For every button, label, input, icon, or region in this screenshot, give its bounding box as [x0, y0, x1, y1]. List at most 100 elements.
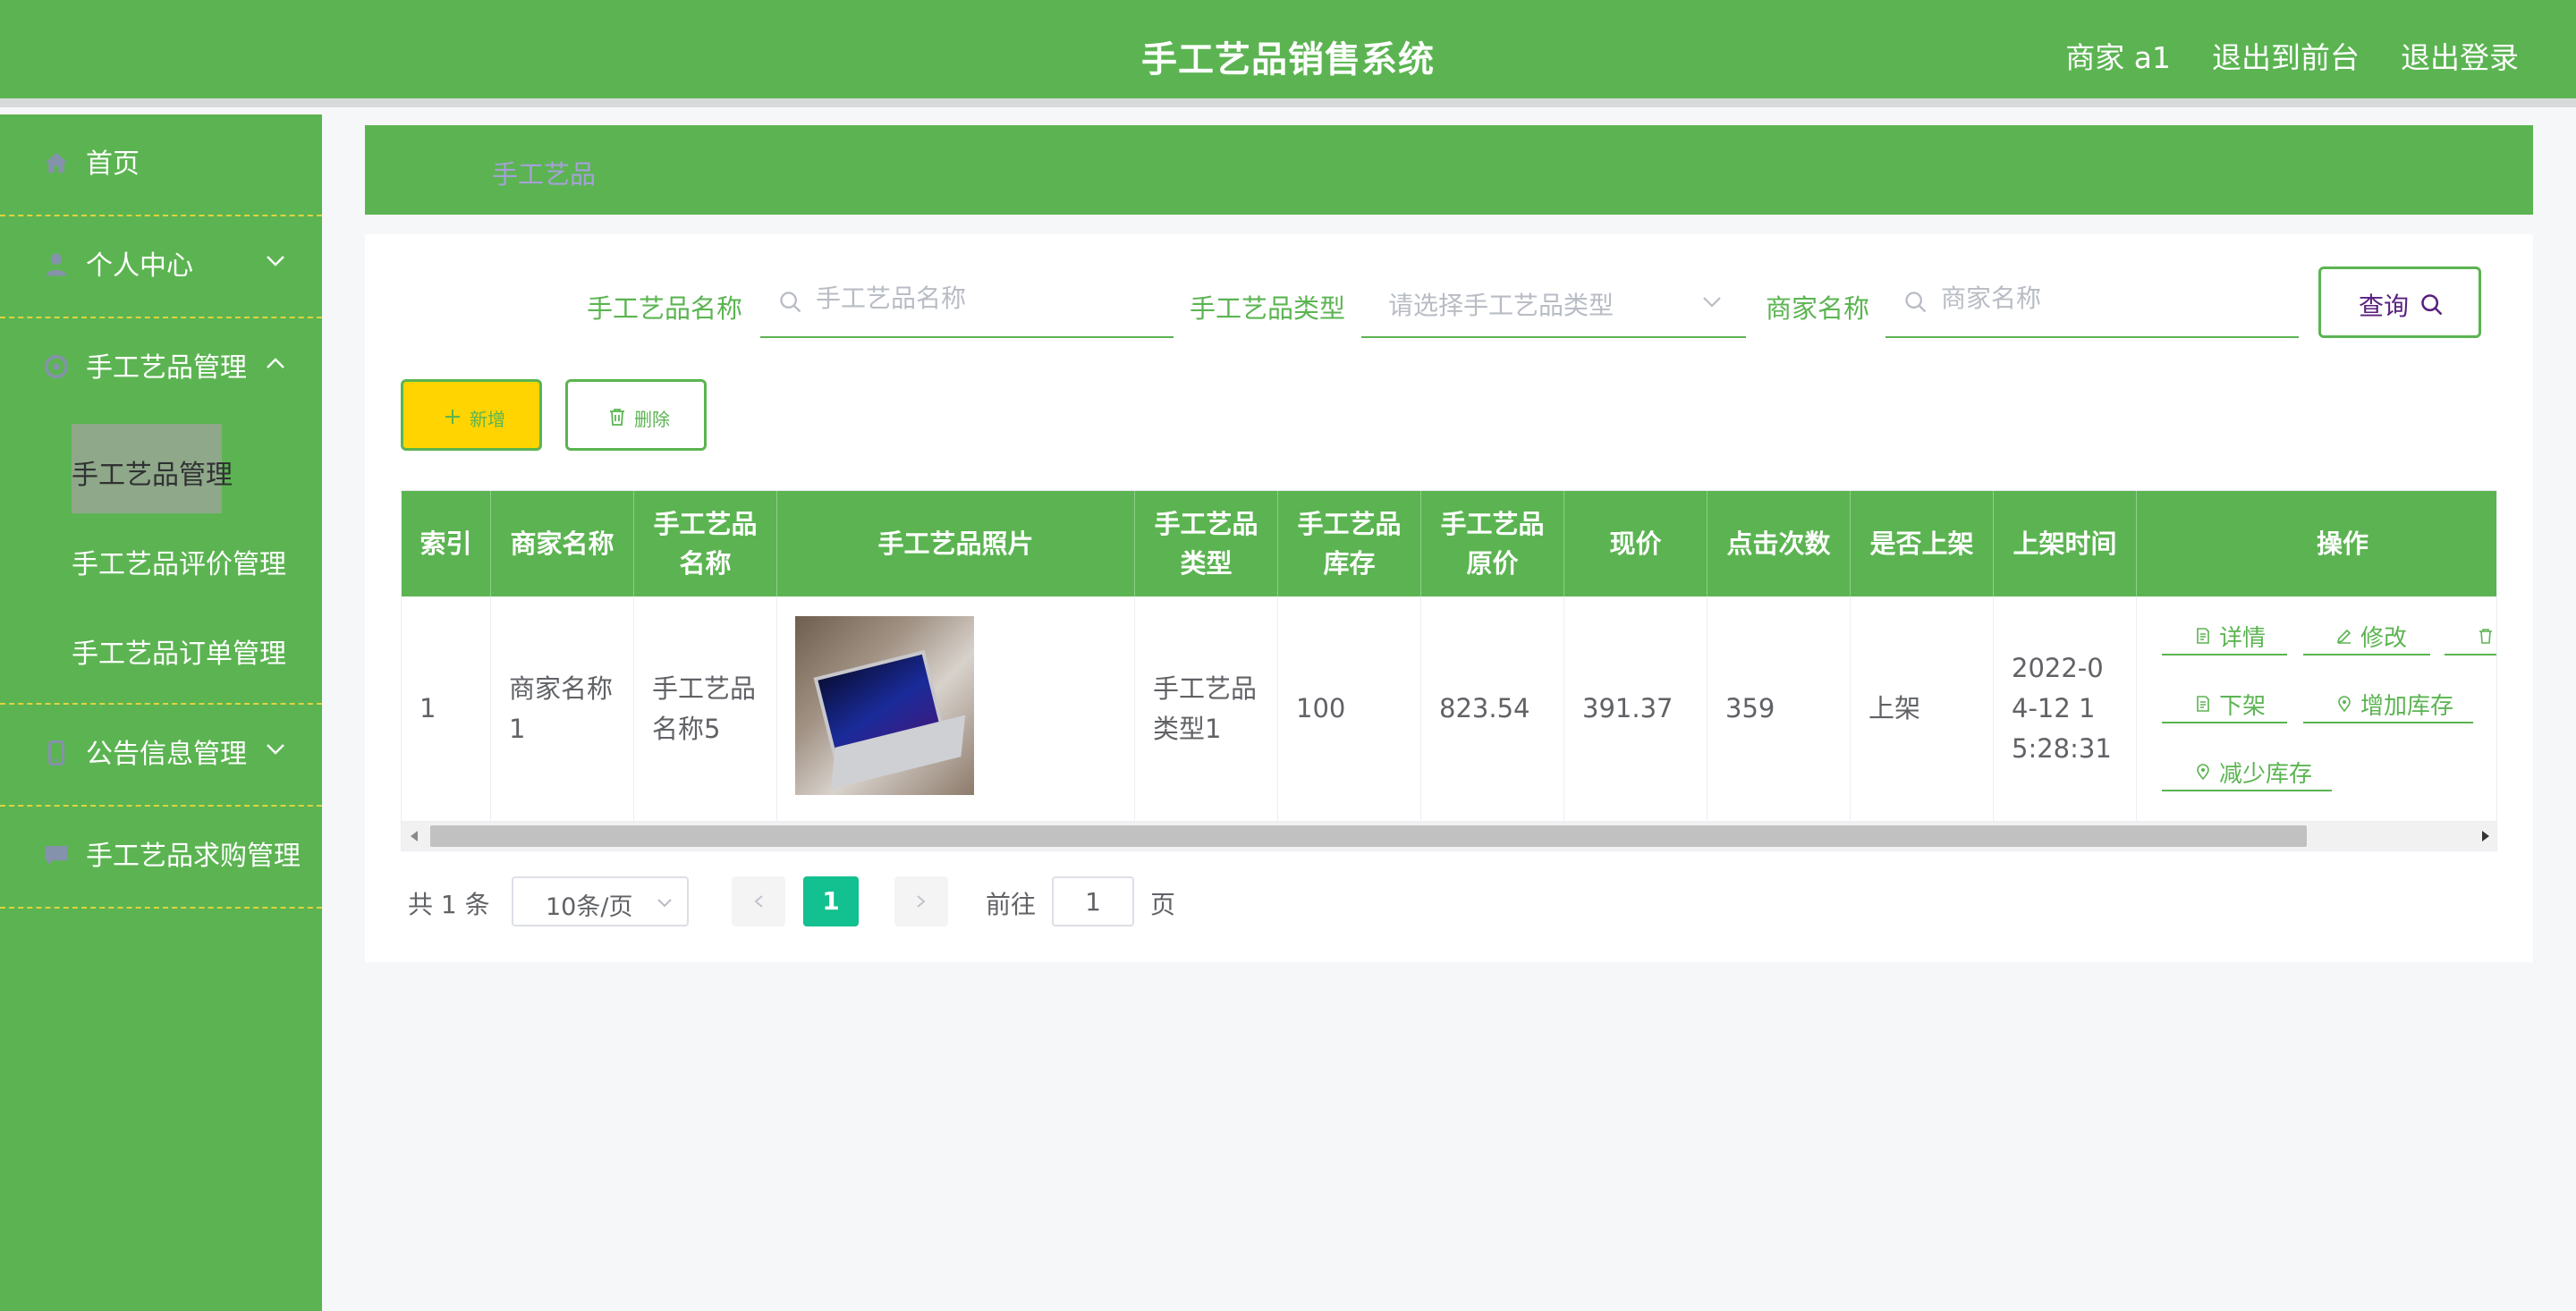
phone-icon — [48, 740, 64, 765]
take-down-button[interactable]: 下架 — [2162, 686, 2287, 723]
cell-price: 391.37 — [1564, 596, 1707, 822]
sidebar-item-label: 手工艺品管理 — [86, 352, 247, 384]
plus-icon — [445, 410, 460, 424]
increase-stock-button[interactable]: 增加库存 — [2303, 686, 2473, 723]
next-page-button[interactable] — [894, 876, 948, 926]
merchant-name-label: 商家名称 — [1766, 293, 1870, 324]
sidebar-item-label: 首页 — [86, 148, 140, 180]
sidebar-item-label: 个人中心 — [86, 250, 193, 282]
sidebar-subitem-label: 手工艺品订单管理 — [72, 639, 286, 670]
sidebar-subitem-label: 手工艺品评价管理 — [72, 549, 286, 580]
add-button[interactable]: 新增 — [401, 379, 542, 451]
sidebar: 首页 个人中心 手工艺品管理 手工艺品管理 手工艺品评价管理 手工艺品订单管理 … — [0, 114, 322, 1311]
craft-type-select[interactable]: 请选择手工艺品类型 — [1361, 266, 1746, 338]
craft-type-label: 手工艺品类型 — [1190, 293, 1346, 324]
document-icon — [2197, 628, 2209, 644]
cell-text: 100 — [1296, 693, 1346, 723]
trash-icon — [610, 409, 624, 426]
decrease-stock-button[interactable]: 减少库存 — [2162, 754, 2332, 791]
query-button[interactable]: 查询 — [2318, 266, 2481, 338]
delete-button[interactable]: 删除 — [565, 379, 707, 451]
craft-photo[interactable] — [795, 616, 974, 795]
cell-text: 上架 — [1868, 693, 1921, 723]
search-icon — [780, 292, 801, 313]
table-header: 索引 商家名称 手工艺品名称 手工艺品照片 手工艺品类型 手工艺品库存 手工艺品… — [402, 491, 2496, 596]
logout-link[interactable]: 退出登录 — [2401, 34, 2519, 77]
col-header-label: 手工艺品库存 — [1297, 509, 1402, 579]
sidebar-item-label: 公告信息管理 — [86, 739, 247, 770]
location-pin-icon — [2197, 764, 2209, 781]
sidebar-item-craft-management[interactable]: 手工艺品管理 — [0, 318, 322, 420]
sidebar-item-purchase-requests[interactable]: 手工艺品求购管理 — [0, 807, 322, 909]
breadcrumb: 手工艺品 — [365, 125, 2533, 215]
edit-label: 修改 — [2360, 625, 2408, 652]
cell-craft-name: 手工艺品名称5 — [634, 596, 777, 822]
trash-icon — [2479, 629, 2492, 644]
horizontal-scrollbar[interactable] — [402, 822, 2496, 850]
chevron-left-icon — [754, 895, 763, 908]
current-user-link[interactable]: 商家 a1 — [2065, 34, 2171, 77]
cell-text: 359 — [1725, 693, 1775, 723]
col-header: 是否上架 — [1851, 491, 1994, 596]
chat-icon — [45, 846, 68, 866]
goto-label: 前往 — [986, 890, 1037, 919]
sidebar-subitem-craft-management[interactable]: 手工艺品管理 — [0, 424, 322, 513]
page-number-1[interactable]: 1 — [803, 876, 859, 926]
decrease-stock-label: 减少库存 — [2219, 761, 2313, 788]
merchant-name-input[interactable] — [1939, 283, 2283, 314]
increase-stock-label: 增加库存 — [2360, 693, 2454, 720]
scroll-left-icon[interactable] — [409, 830, 419, 842]
take-down-label: 下架 — [2219, 693, 2267, 720]
chevron-up-icon — [267, 358, 284, 368]
table-row: 1 商家名称1 手工艺品名称5 手工艺品类型1 100 823.54 391.3… — [402, 596, 2496, 822]
sidebar-item-personal-center[interactable]: 个人中心 — [0, 216, 322, 318]
prev-page-button[interactable] — [732, 876, 785, 926]
scroll-right-icon[interactable] — [2480, 830, 2491, 842]
merchant-name-field[interactable] — [1885, 266, 2299, 338]
col-header-label: 上架时间 — [2012, 529, 2117, 559]
cell-text: 1 — [419, 693, 436, 723]
breadcrumb-current[interactable]: 手工艺品 — [492, 154, 596, 191]
cell-index: 1 — [402, 596, 491, 822]
delete-row-button[interactable] — [2445, 618, 2496, 656]
goto-page-input[interactable] — [1052, 876, 1134, 926]
search-icon — [1905, 292, 1927, 313]
document-icon — [2197, 696, 2209, 712]
sidebar-subitem-label: 手工艺品管理 — [72, 460, 233, 491]
cell-text: 手工艺品类型1 — [1153, 672, 1258, 744]
gear-icon — [44, 354, 69, 379]
col-header-label: 是否上架 — [1869, 529, 1974, 559]
scrollbar-thumb[interactable] — [430, 825, 2307, 847]
col-header: 索引 — [402, 491, 491, 596]
total-count: 共 1 条 — [408, 890, 490, 919]
pagination: 共 1 条 10条/页 1 前往 页 — [408, 876, 1213, 926]
col-header-label: 操作 — [2316, 529, 2368, 559]
col-header: 手工艺品照片 — [777, 491, 1135, 596]
sidebar-item-announcements[interactable]: 公告信息管理 — [0, 705, 322, 807]
header-links: 商家 a1 退出到前台 退出登录 — [2065, 34, 2519, 77]
detail-button[interactable]: 详情 — [2162, 618, 2287, 656]
chevron-down-icon — [267, 256, 284, 266]
cell-photo — [777, 596, 1135, 822]
sidebar-subitem-craft-orders[interactable]: 手工艺品订单管理 — [0, 603, 322, 692]
col-header-label: 现价 — [1609, 529, 1662, 559]
col-header: 商家名称 — [491, 491, 634, 596]
col-header-label: 索引 — [419, 529, 472, 559]
col-header-label: 手工艺品照片 — [877, 529, 1034, 559]
craft-name-field[interactable] — [760, 266, 1174, 338]
page-size-select[interactable]: 10条/页 — [512, 876, 689, 926]
sidebar-subitem-craft-review[interactable]: 手工艺品评价管理 — [0, 513, 322, 603]
sidebar-item-home[interactable]: 首页 — [0, 114, 322, 216]
cell-original-price: 823.54 — [1421, 596, 1564, 822]
location-pin-icon — [2338, 696, 2351, 713]
add-button-label: 新增 — [470, 409, 505, 430]
cell-craft-type: 手工艺品类型1 — [1135, 596, 1278, 822]
craft-name-input[interactable] — [814, 283, 1157, 314]
home-icon — [45, 152, 68, 173]
data-table: 索引 商家名称 手工艺品名称 手工艺品照片 手工艺品类型 手工艺品库存 手工艺品… — [401, 490, 2497, 851]
search-form: 手工艺品名称 手工艺品类型 请选择手工艺品类型 商家名称 查询 — [365, 266, 2533, 338]
edit-button[interactable]: 修改 — [2303, 618, 2430, 656]
cell-operations: 详情 修改 下架 增加库存 减少库存 — [2137, 596, 2496, 822]
col-header: 手工艺品名称 — [634, 491, 777, 596]
exit-to-frontend-link[interactable]: 退出到前台 — [2212, 34, 2360, 77]
